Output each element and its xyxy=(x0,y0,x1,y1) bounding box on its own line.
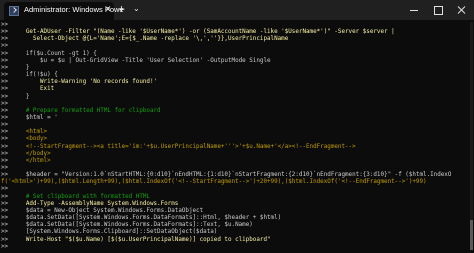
continuation-prompt: >> xyxy=(1,200,12,207)
continuation-prompt: >> xyxy=(1,193,12,200)
scrollbar-thumb[interactable] xyxy=(470,220,473,250)
continuation-prompt: >> xyxy=(1,22,12,28)
continuation-prompt: >> xyxy=(1,236,12,243)
close-button[interactable] xyxy=(450,0,474,20)
tab-powershell[interactable]: Administrator: Windows Powe ✕ xyxy=(4,2,124,20)
terminal-line: f('<html>')+99),($html.Length+99),($html… xyxy=(1,178,427,186)
code-text: </body> xyxy=(11,150,51,157)
code-text: $html = ' xyxy=(11,114,58,121)
continuation-prompt: >> xyxy=(1,114,12,121)
continuation-prompt: >> xyxy=(1,50,12,57)
code-text: $data.SetData([System.Windows.Forms.Data… xyxy=(11,215,282,222)
code-text: $data = New-Object System.Windows.Forms.… xyxy=(11,207,204,214)
continuation-prompt: >> xyxy=(1,207,12,214)
code-text: Write-Warning 'No records found!' xyxy=(11,79,158,86)
continuation-prompt: >> xyxy=(1,93,12,100)
title-bar: Administrator: Windows Powe ✕ + ⌄ xyxy=(0,0,474,20)
powershell-icon xyxy=(9,6,19,16)
continuation-prompt: >> xyxy=(1,157,12,164)
continuation-prompt: >> xyxy=(1,72,12,79)
code-text: Exit xyxy=(11,86,55,93)
continuation-prompt: >> xyxy=(1,100,12,107)
continuation-prompt: >> xyxy=(1,229,12,236)
terminal-line: >> <!--StartFragment--><a title='im:'+$u… xyxy=(1,143,356,151)
code-text: } xyxy=(11,64,30,71)
code-text: f('<html>')+99),($html.Length+99),($html… xyxy=(1,179,427,186)
scrollbar[interactable] xyxy=(470,22,473,250)
code-text: $header = "Version:1.0`nStartHTML:{0:d10… xyxy=(11,172,452,179)
continuation-prompt: >> xyxy=(1,136,12,143)
new-tab-button[interactable]: + xyxy=(118,2,125,16)
code-text: [System.Windows.Forms.Clipboard]::SetDat… xyxy=(11,229,218,236)
continuation-prompt: >> xyxy=(1,29,12,36)
terminal-line: >> Select-Object @{L='Name';E={$_.Name -… xyxy=(1,35,288,43)
code-text: Add-Type -AssemblyName System.Windows.Fo… xyxy=(11,200,179,207)
code-text: </html> xyxy=(11,157,51,164)
maximize-button[interactable] xyxy=(426,0,450,20)
continuation-prompt: >> xyxy=(1,86,12,93)
continuation-prompt: >> xyxy=(1,122,12,129)
continuation-prompt: >> xyxy=(1,57,12,64)
code-text: if(!$u) { xyxy=(11,72,58,79)
minimize-button[interactable] xyxy=(402,0,426,20)
continuation-prompt: >> xyxy=(1,79,12,86)
code-text: <!--StartFragment--><a title='im:'+$u.Us… xyxy=(11,143,356,150)
continuation-prompt: >> xyxy=(1,107,12,114)
continuation-prompt: >> xyxy=(1,243,12,250)
continuation-prompt: >> xyxy=(1,215,12,222)
code-text: <html> xyxy=(11,129,48,136)
terminal-window: Administrator: Windows Powe ✕ + ⌄ >> >> … xyxy=(0,0,474,253)
tab-close-icon[interactable]: ✕ xyxy=(104,4,112,15)
code-text: } xyxy=(11,93,30,100)
continuation-prompt: >> xyxy=(1,186,12,193)
code-text: $u = $u | Out-GridView -Title 'User Sele… xyxy=(11,57,271,64)
code-text: Write-Host "$($u.Name) [$($u.UserPrincip… xyxy=(11,236,271,243)
continuation-prompt: >> xyxy=(1,222,12,229)
continuation-prompt: >> xyxy=(1,150,12,157)
terminal-line: >> Write-Host "$($u.Name) [$($u.UserPrin… xyxy=(1,236,271,244)
continuation-prompt: >> xyxy=(1,172,12,179)
continuation-prompt: >> xyxy=(1,165,12,171)
continuation-prompt: >> xyxy=(1,43,12,50)
code-text: # Prepare formatted HTML for clipboard xyxy=(11,107,161,114)
terminal-output[interactable]: >> >> Get-ADUser -Filter "(Name -like '$… xyxy=(0,21,474,253)
window-controls xyxy=(402,0,474,20)
terminal-line: >> $u = $u | Out-GridView -Title 'User S… xyxy=(1,57,271,65)
code-text: Select-Object @{L='Name';E={$_.Name -rep… xyxy=(11,36,289,43)
code-text: Get-ADUser -Filter "(Name -like '$UserNa… xyxy=(11,29,395,36)
code-text: if($u.Count -gt 1) { xyxy=(11,50,97,57)
continuation-prompt: >> xyxy=(1,129,12,136)
terminal-line: >> xyxy=(1,243,12,251)
chevron-down-icon[interactable]: ⌄ xyxy=(133,4,140,13)
code-text: # Set clipboard with formatted HTML xyxy=(11,193,150,200)
continuation-prompt: >> xyxy=(1,64,12,71)
code-text: $data.SetData([System.Windows.Forms.Data… xyxy=(11,222,253,229)
code-text: <body> xyxy=(11,136,48,143)
continuation-prompt: >> xyxy=(1,36,12,43)
continuation-prompt: >> xyxy=(1,143,12,150)
